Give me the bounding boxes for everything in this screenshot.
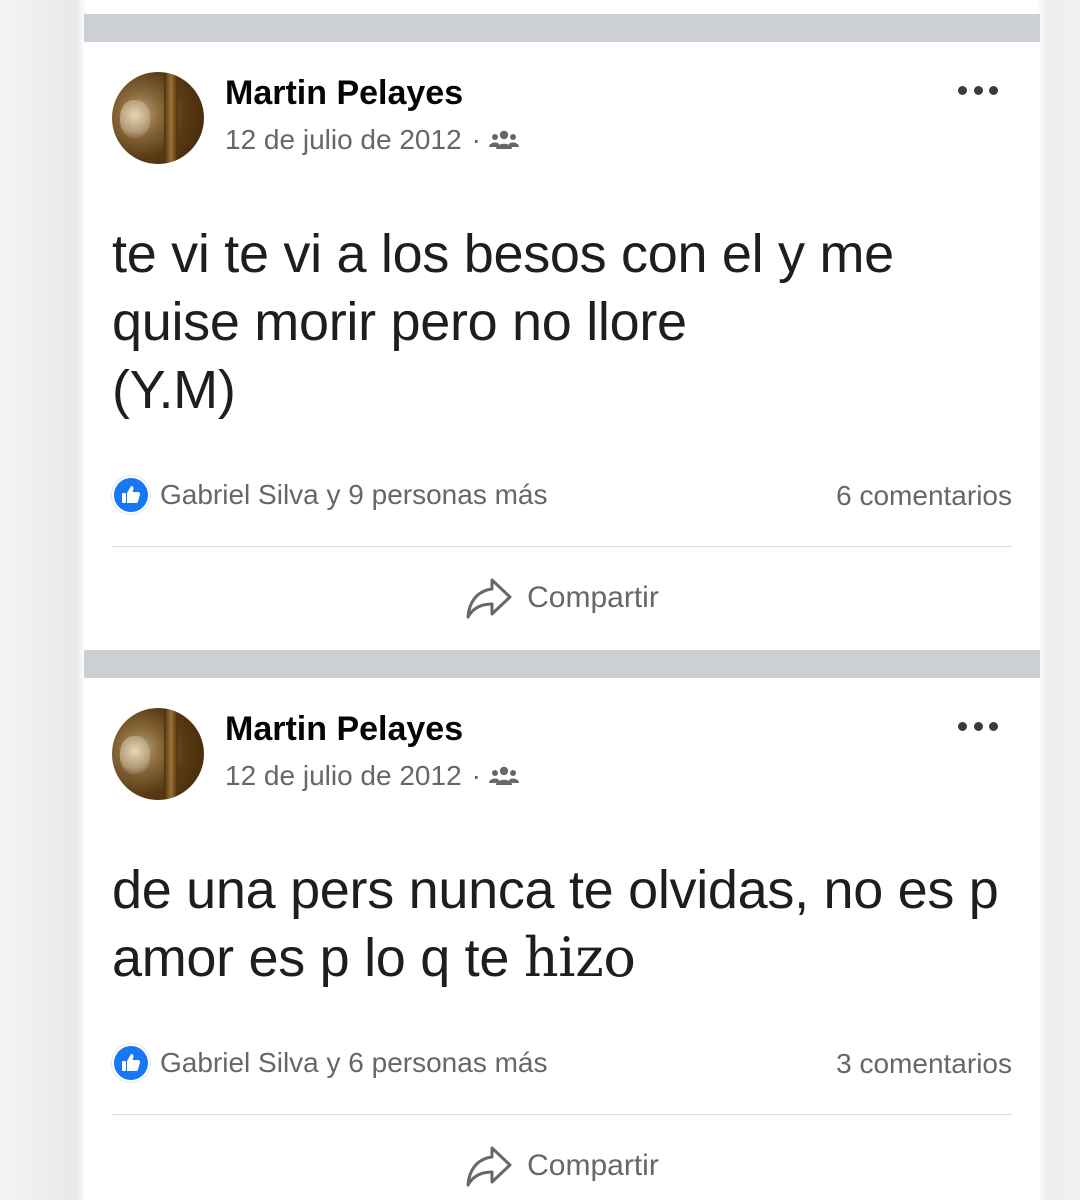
avatar[interactable] xyxy=(112,72,204,164)
author-name[interactable]: Martin Pelayes xyxy=(225,710,463,749)
post-meta: 12 de julio de 2012 · xyxy=(225,760,519,792)
post-text: te vi te vi a los besos con el y me quis… xyxy=(112,220,894,424)
reactions-summary[interactable]: Gabriel Silva y 6 personas más xyxy=(112,1044,548,1082)
reactions-text: Gabriel Silva y 9 personas más xyxy=(160,479,548,510)
comments-count[interactable]: 3 comentarios xyxy=(836,1048,1012,1080)
more-options-icon[interactable] xyxy=(958,720,998,732)
post-text-segment: hizo xyxy=(523,926,636,989)
post-date[interactable]: 12 de julio de 2012 xyxy=(225,124,462,156)
feed-divider xyxy=(84,14,1040,42)
feed-divider xyxy=(84,650,1040,678)
actions-divider xyxy=(112,546,1012,547)
avatar[interactable] xyxy=(112,708,204,800)
post-meta: 12 de julio de 2012 · xyxy=(225,124,519,156)
actions-divider xyxy=(112,1114,1012,1115)
post-text: de una pers nunca te olvidas, no es p am… xyxy=(112,856,999,992)
share-icon xyxy=(466,578,512,619)
feed-page: Martin Pelayes 12 de julio de 2012 · te … xyxy=(0,0,1080,1200)
share-button[interactable]: Compartir xyxy=(84,1144,1040,1188)
author-name[interactable]: Martin Pelayes xyxy=(225,74,463,113)
meta-separator: · xyxy=(471,760,481,791)
post-text-segment: amor es p lo q te xyxy=(112,928,524,988)
share-label: Compartir xyxy=(527,1149,659,1182)
reactions-summary[interactable]: Gabriel Silva y 9 personas más xyxy=(112,476,548,514)
meta-separator: · xyxy=(471,124,481,155)
comments-count[interactable]: 6 comentarios xyxy=(836,480,1012,512)
post-text-line: de una pers nunca te olvidas, no es p xyxy=(112,860,999,920)
share-icon xyxy=(466,1146,512,1187)
post-text-line: quise morir pero no llore xyxy=(112,292,687,352)
post-text-line: te vi te vi a los besos con el y me xyxy=(112,224,894,284)
more-options-icon[interactable] xyxy=(958,84,998,96)
post-card: Martin Pelayes 12 de julio de 2012 · de … xyxy=(84,678,1040,1200)
post-date[interactable]: 12 de julio de 2012 xyxy=(225,760,462,792)
post-card: Martin Pelayes 12 de julio de 2012 · te … xyxy=(84,42,1040,650)
friends-icon xyxy=(488,130,519,149)
like-icon xyxy=(112,476,150,514)
post-text-line: amor es p lo q te hizo xyxy=(112,924,999,992)
share-button[interactable]: Compartir xyxy=(84,576,1040,620)
share-label: Compartir xyxy=(527,581,659,614)
friends-icon xyxy=(488,766,519,785)
post-text-line: (Y.M) xyxy=(112,360,236,420)
reactions-text: Gabriel Silva y 6 personas más xyxy=(160,1047,548,1078)
like-icon xyxy=(112,1044,150,1082)
